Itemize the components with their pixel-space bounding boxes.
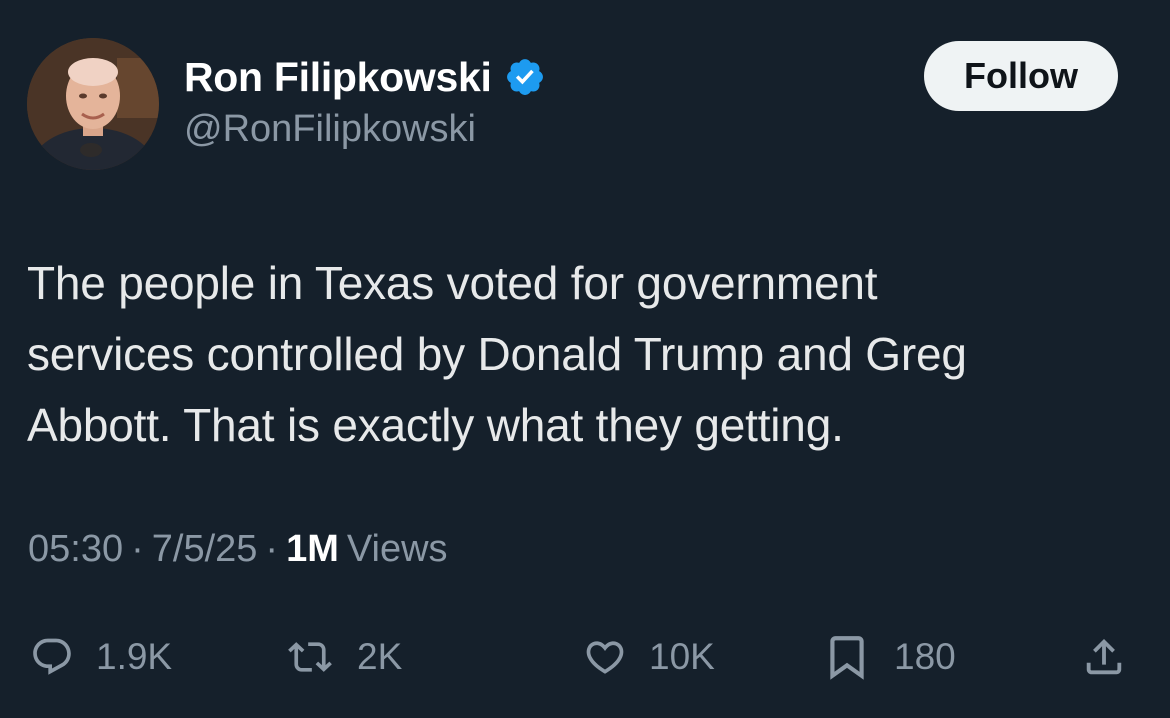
tweet-text-line: The people in Texas voted for government	[27, 257, 878, 309]
bookmark-count: 180	[894, 636, 956, 677]
avatar[interactable]	[27, 38, 159, 170]
repost-button[interactable]: 2K	[285, 622, 402, 692]
repost-icon	[288, 642, 332, 672]
tweet-date[interactable]: 7/5/25	[152, 528, 258, 571]
reply-count: 1.9K	[96, 636, 173, 677]
tweet-text: The people in Texas voted for government…	[27, 248, 1137, 461]
views-count: 1M	[286, 528, 339, 570]
author-handle[interactable]: @RonFilipkowski	[184, 108, 476, 151]
author-name-row: Ron Filipkowski	[184, 52, 546, 102]
views-label: Views	[346, 528, 448, 570]
share-icon	[1086, 638, 1122, 675]
bookmark-icon	[830, 636, 864, 680]
tweet-text-line: services controlled by Donald Trump and …	[27, 328, 967, 380]
avatar-photo	[27, 38, 159, 170]
repost-count: 2K	[357, 636, 403, 677]
reply-button[interactable]: 1.9K	[30, 622, 172, 692]
share-button[interactable]	[1081, 622, 1127, 692]
heart-icon	[586, 641, 624, 674]
like-button[interactable]: 10K	[583, 622, 715, 692]
bookmark-button[interactable]: 180	[822, 622, 956, 692]
action-bar: 1.9K 2K 10K 180	[0, 622, 1170, 692]
follow-button[interactable]: Follow	[924, 41, 1118, 111]
author-display-name[interactable]: Ron Filipkowski	[184, 54, 492, 101]
verified-badge-icon[interactable]	[504, 56, 546, 98]
meta-separator: ·	[131, 528, 144, 570]
tweet-text-line: Abbott. That is exactly what they gettin…	[27, 399, 844, 451]
tweet-time[interactable]: 05:30	[28, 528, 123, 571]
tweet-meta: 05:30 · 7/5/25 · 1M Views	[28, 528, 448, 571]
like-count: 10K	[649, 636, 715, 677]
reply-icon	[33, 638, 71, 675]
meta-separator: ·	[265, 528, 279, 570]
